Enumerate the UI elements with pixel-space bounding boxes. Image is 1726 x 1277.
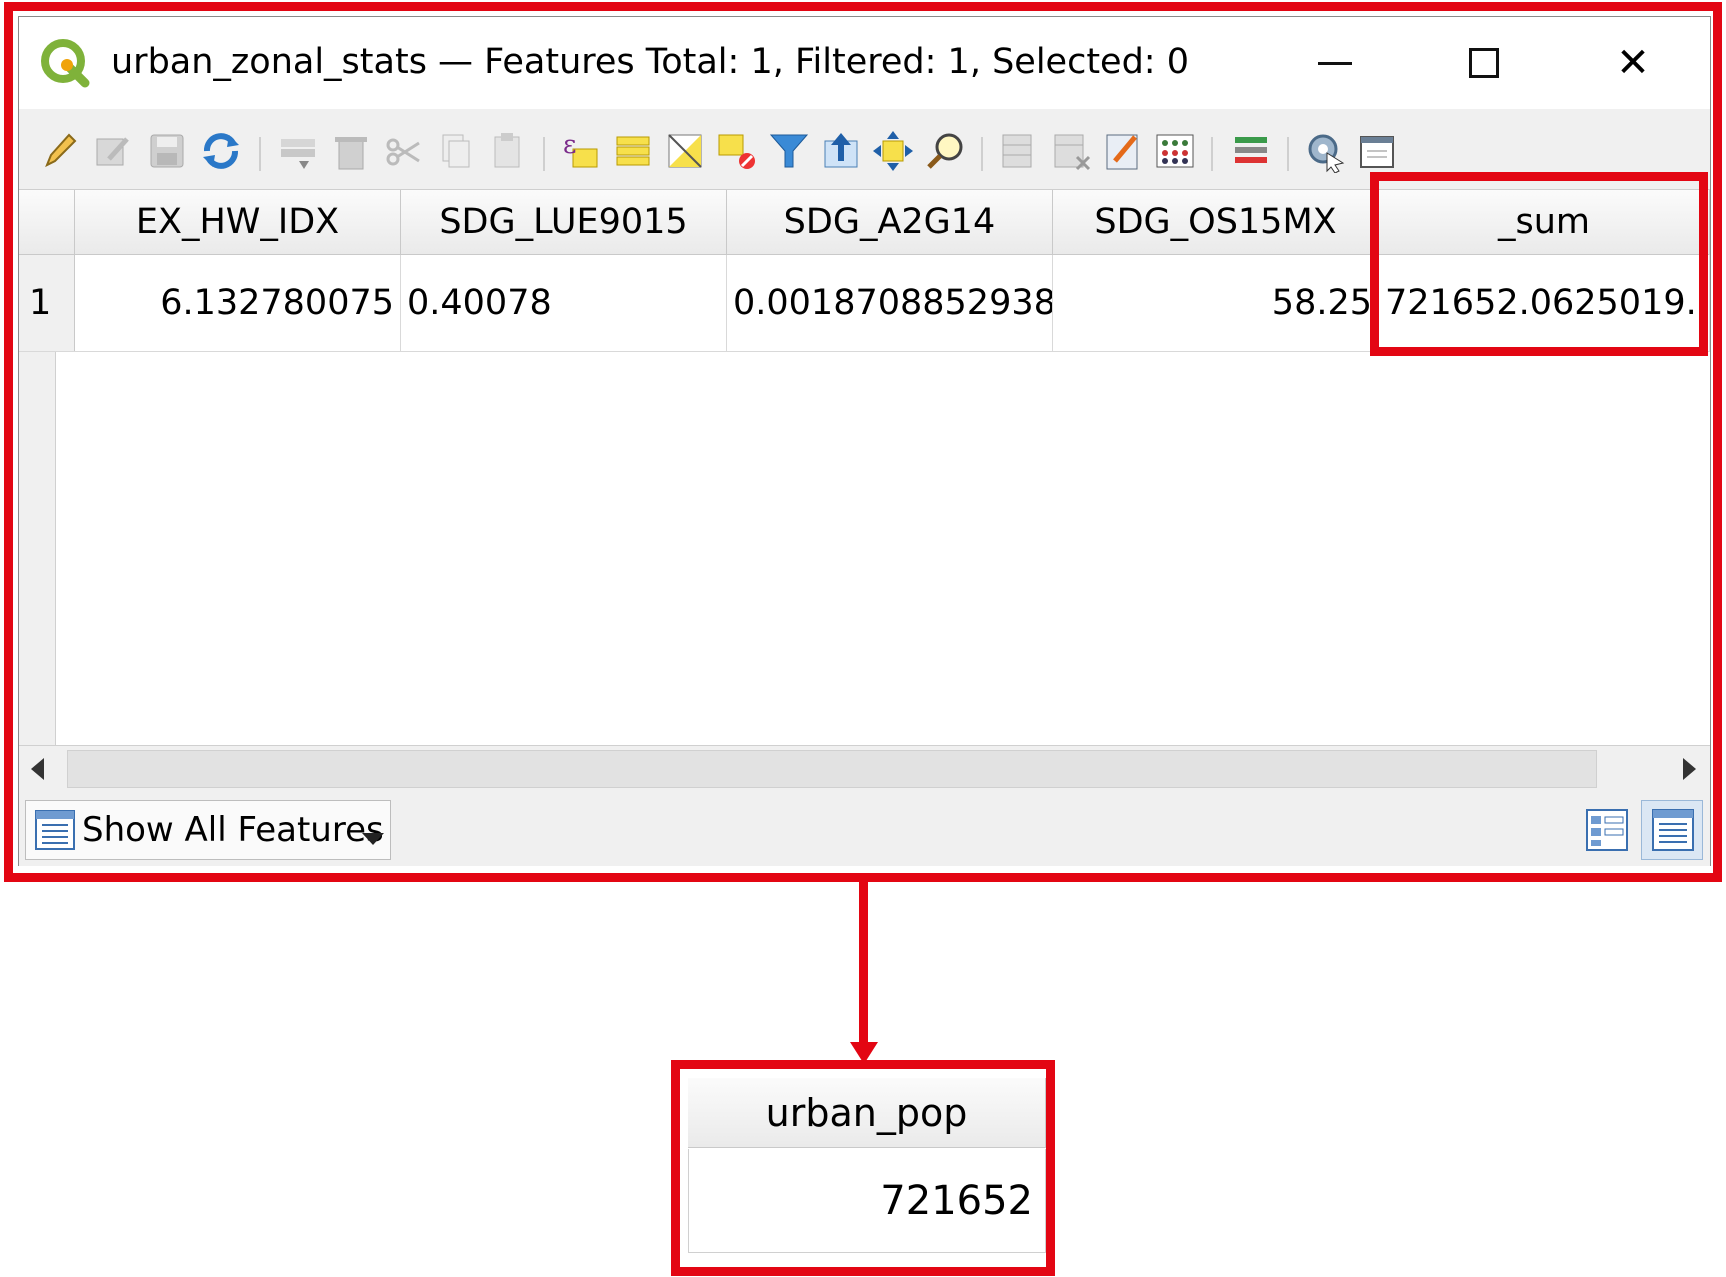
urban-pop-highlight-frame xyxy=(671,1060,1055,1276)
window-highlight-frame xyxy=(4,2,1722,882)
sum-column-highlight-frame xyxy=(1370,172,1708,356)
connector-line xyxy=(859,880,868,1050)
